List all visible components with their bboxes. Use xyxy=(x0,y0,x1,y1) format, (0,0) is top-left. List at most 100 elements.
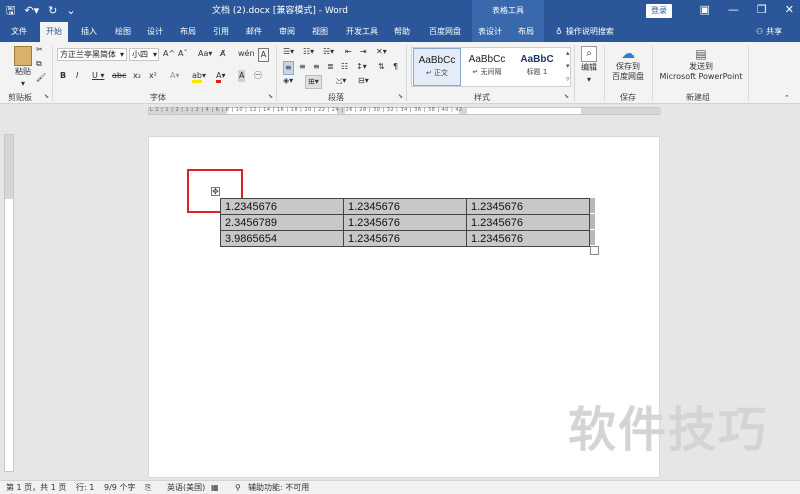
highlight-color-icon[interactable]: ab▾ xyxy=(192,70,206,83)
table-cell[interactable]: 3.9865654 xyxy=(220,230,344,247)
sort-icon[interactable]: ⇅ xyxy=(378,61,385,73)
decrease-indent-icon[interactable]: ⇤ xyxy=(345,46,352,58)
bold-icon[interactable]: B xyxy=(60,70,66,82)
page-count[interactable]: 第 1 页，共 1 页 xyxy=(6,481,66,494)
style-no-spacing[interactable]: AaBbCc ↵ 无间隔 xyxy=(463,48,511,86)
table-cell[interactable]: 1.2345676 xyxy=(343,198,467,215)
close-icon[interactable]: ✕ xyxy=(785,2,794,18)
chinese-layout-icon[interactable]: ✕▾ xyxy=(376,46,387,58)
table-resize-handle[interactable] xyxy=(590,246,599,255)
strikethrough-icon[interactable]: abc xyxy=(112,70,126,82)
character-shading-icon[interactable]: A xyxy=(238,70,246,82)
phonetic-guide-icon[interactable]: wén xyxy=(238,48,255,60)
language[interactable]: 英语(美国) xyxy=(167,481,205,494)
tab-review[interactable]: 审阅 xyxy=(274,22,300,42)
save-to-baidu-button[interactable]: ☁ 保存到 百度网盘 xyxy=(608,46,648,82)
tab-references[interactable]: 引用 xyxy=(208,22,234,42)
save-to-line1: 保存到 xyxy=(616,62,640,71)
tab-insert[interactable]: 插入 xyxy=(76,22,102,42)
ribbon-display-options-icon[interactable]: ▣ xyxy=(700,2,710,18)
justify-icon[interactable]: ≣ xyxy=(327,61,334,73)
table-cell[interactable]: 1.2345676 xyxy=(343,214,467,231)
tab-file[interactable]: 文件 xyxy=(6,22,32,42)
italic-icon[interactable]: I xyxy=(76,70,78,82)
tell-me-search[interactable]: ♁ 操作说明搜索 xyxy=(556,22,614,42)
minimize-icon[interactable]: — xyxy=(728,2,739,18)
font-size-combo[interactable]: 小四 ▾ xyxy=(129,48,159,61)
tab-table-design[interactable]: 表设计 xyxy=(472,22,508,42)
shading-icon[interactable]: ◈▾ xyxy=(283,75,293,87)
vertical-ruler[interactable] xyxy=(4,134,14,472)
numbering-icon[interactable]: ☷▾ xyxy=(303,46,314,58)
change-case-icon[interactable]: Aa▾ xyxy=(198,48,212,60)
align-left-icon[interactable]: ≡ xyxy=(283,61,294,75)
line-spacing-icon[interactable]: ↕▾ xyxy=(356,61,367,73)
share-button[interactable]: ⚇ 共享 xyxy=(756,22,782,42)
shrink-font-icon[interactable]: Aˇ xyxy=(178,48,187,60)
horizontal-ruler[interactable]: L 2 | 1 | 2 | 1 | 2 | 4 | 6 | 8 | 10 | 1… xyxy=(0,104,800,118)
word-count[interactable]: 9/9 个字 xyxy=(104,481,135,494)
data-table[interactable]: 1.2345676 1.2345676 1.2345676 2.3456789 … xyxy=(220,198,590,247)
superscript-icon[interactable]: x² xyxy=(149,70,157,82)
table-cell[interactable]: 1.2345676 xyxy=(466,214,590,231)
font-launcher-icon[interactable]: ⬊ xyxy=(268,93,273,100)
tab-developer[interactable]: 开发工具 xyxy=(342,22,382,42)
send-to-powerpoint-button[interactable]: ▤ 发送到 Microsoft PowerPoint xyxy=(656,46,746,82)
increase-indent-icon[interactable]: ⇥ xyxy=(360,46,367,58)
align-right-icon[interactable]: ≡ xyxy=(313,61,320,73)
title-bar: 🖫 ↶▾ ↻ ⌄ 文档 (2).docx [兼容模式] - Word 表格工具 … xyxy=(0,0,800,22)
macro-record-icon[interactable]: ▦ xyxy=(211,481,219,494)
tab-design[interactable]: 设计 xyxy=(142,22,168,42)
show-marks-icon[interactable]: ¶ xyxy=(393,61,398,73)
tab-draw[interactable]: 绘图 xyxy=(110,22,136,42)
style-normal[interactable]: AaBbCc ↵ 正文 xyxy=(413,48,461,86)
format-painter-icon[interactable]: 🖌 xyxy=(36,72,46,84)
distributed-icon[interactable]: ☷ xyxy=(341,61,348,73)
paragraph-icon[interactable]: ⊟▾ xyxy=(358,75,369,87)
login-button[interactable]: 登录 xyxy=(646,4,672,18)
table-cell[interactable]: 1.2345676 xyxy=(466,230,590,247)
underline-icon[interactable]: U ▾ xyxy=(92,70,104,82)
table-cell[interactable]: 2.3456789 xyxy=(220,214,344,231)
copy-icon[interactable]: ⧉ xyxy=(36,58,42,70)
font-color-icon[interactable]: A▾ xyxy=(216,70,226,83)
character-border-icon[interactable]: A xyxy=(258,48,269,62)
table-move-handle[interactable]: ✥ xyxy=(211,187,220,196)
tab-mailings[interactable]: 邮件 xyxy=(241,22,267,42)
proofing-icon[interactable]: ⎘ xyxy=(145,481,151,494)
clear-formatting-icon[interactable]: A̸ xyxy=(220,48,225,60)
paragraph-launcher-icon[interactable]: ⬊ xyxy=(398,93,403,100)
font-name-combo[interactable]: 方正兰亭黑简体 ▾ xyxy=(57,48,127,61)
subscript-icon[interactable]: x₂ xyxy=(133,70,141,82)
text-effects-icon[interactable]: A▾ xyxy=(170,70,180,82)
style-heading-1[interactable]: AaBbC 标题 1 xyxy=(513,48,561,86)
borders-icon[interactable]: ⊞▾ xyxy=(305,75,322,89)
tab-help[interactable]: 帮助 xyxy=(389,22,415,42)
styles-launcher-icon[interactable]: ⬊ xyxy=(564,93,569,100)
accessibility-icon[interactable]: ⚲ xyxy=(235,481,241,494)
cut-icon[interactable]: ✂ xyxy=(36,44,43,56)
bullets-icon[interactable]: ☰▾ xyxy=(283,46,294,58)
tab-layout[interactable]: 布局 xyxy=(175,22,201,42)
table-cell[interactable]: 1.2345676 xyxy=(466,198,590,215)
table-cell[interactable]: 1.2345676 xyxy=(220,198,344,215)
accessibility-status[interactable]: 辅助功能: 不可用 xyxy=(248,481,309,494)
table-row: 1.2345676 1.2345676 1.2345676 xyxy=(220,198,590,215)
clipboard-launcher-icon[interactable]: ⬊ xyxy=(44,93,49,100)
asian-typography-icon[interactable]: ⤩▾ xyxy=(336,75,346,87)
table-cell[interactable]: 1.2345676 xyxy=(343,230,467,247)
restore-icon[interactable]: ❐ xyxy=(757,2,767,18)
style-heading-1-preview: AaBbC xyxy=(520,54,554,65)
tab-view[interactable]: 视图 xyxy=(307,22,333,42)
collapse-ribbon-icon[interactable]: ⌃ xyxy=(784,92,790,104)
editing-button[interactable]: ⌕ 编辑 ▾ xyxy=(578,46,600,86)
enclose-characters-icon[interactable]: ㊀ xyxy=(254,70,262,82)
multilevel-list-icon[interactable]: ☵▾ xyxy=(323,46,334,58)
tab-home[interactable]: 开始 xyxy=(40,22,68,42)
tab-table-layout[interactable]: 布局 xyxy=(508,22,544,42)
tab-baidu-netdisk[interactable]: 百度网盘 xyxy=(423,22,467,42)
align-center-icon[interactable]: ≡ xyxy=(299,61,306,73)
line-number[interactable]: 行: 1 xyxy=(76,481,94,494)
paste-button[interactable]: 粘贴 ▾ xyxy=(10,46,36,90)
grow-font-icon[interactable]: A^ xyxy=(163,48,175,60)
